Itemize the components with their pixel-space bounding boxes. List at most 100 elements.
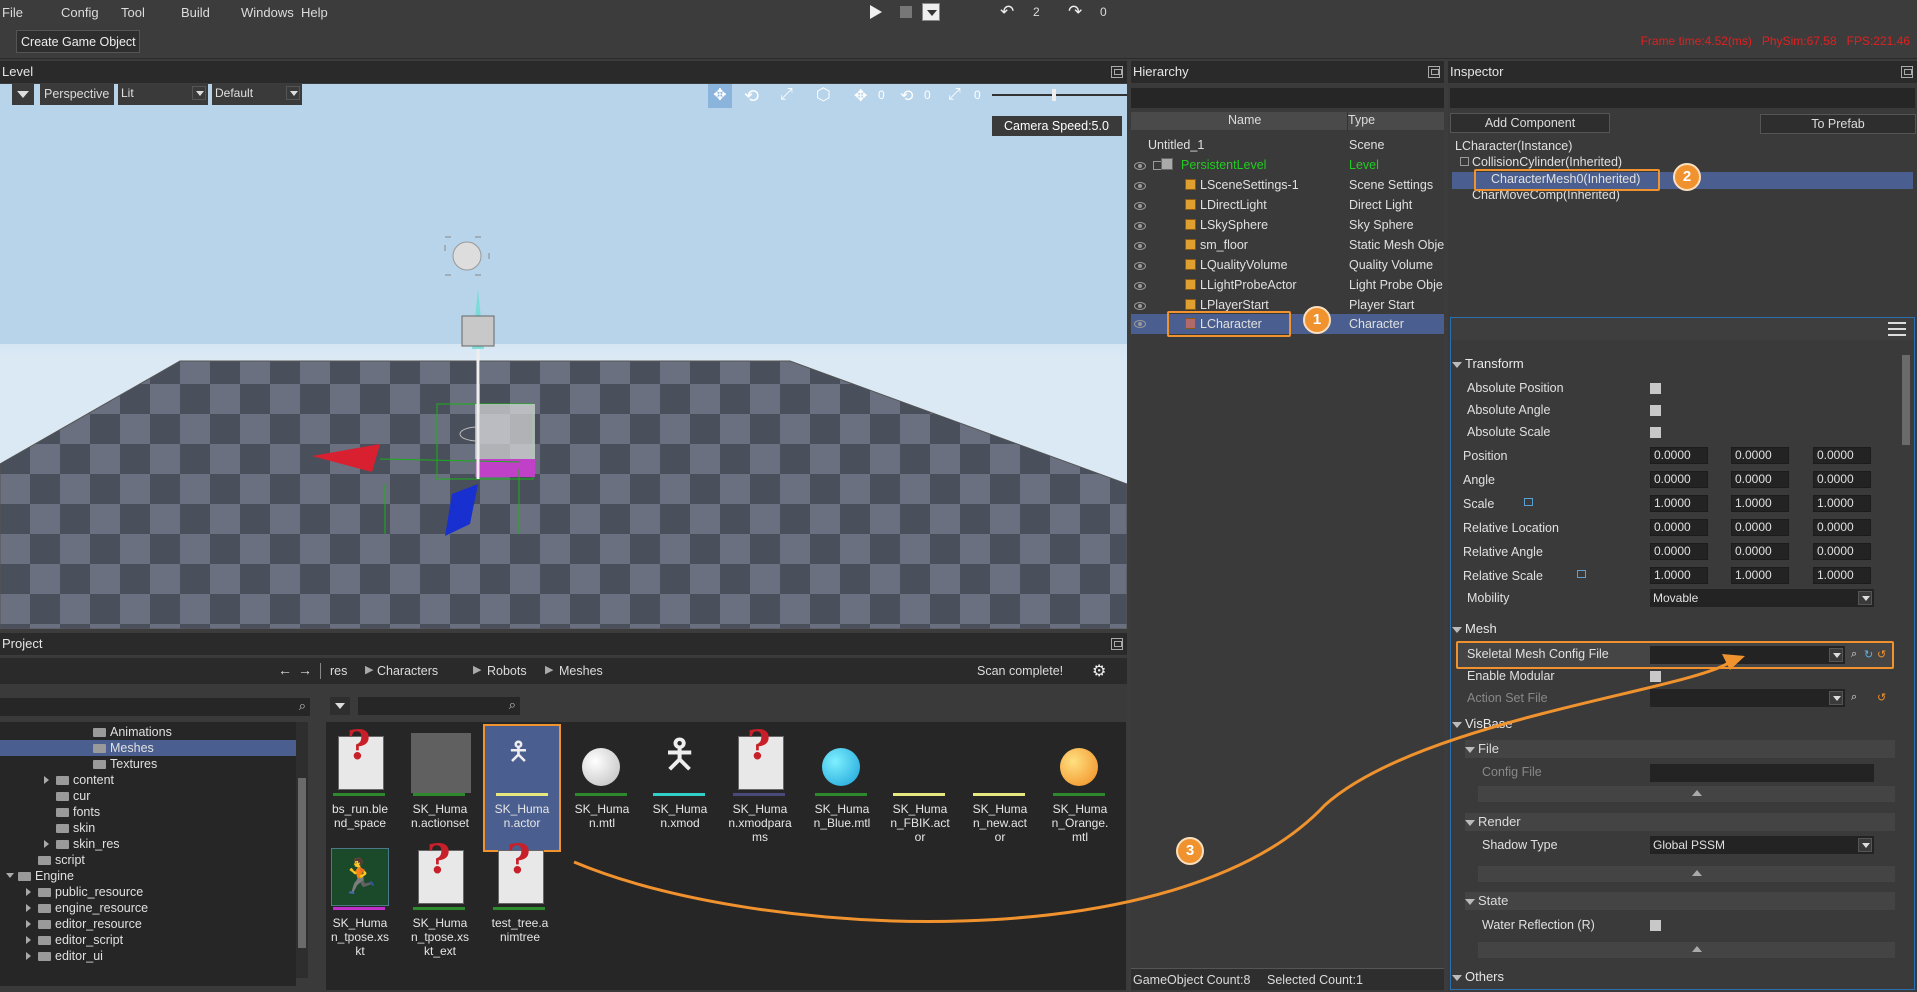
scale-y[interactable]: 1.0000 (1731, 495, 1789, 512)
menu-build[interactable]: Build (181, 5, 210, 20)
expand-arrow-icon[interactable] (26, 904, 31, 912)
collapse-arrow-icon[interactable] (6, 873, 14, 878)
visibility-icon[interactable] (1134, 222, 1146, 230)
expand-collapse-icon[interactable] (1460, 157, 1469, 166)
angle-z[interactable]: 0.0000 (1813, 471, 1871, 488)
redo-icon[interactable]: ↷ (1068, 2, 1082, 22)
asset-tile[interactable]: SK_Human.mtl (562, 730, 640, 830)
folder-item[interactable]: public_resource (38, 885, 143, 899)
level-viewport[interactable]: Perspective Lit Default ✥ ⟲ ⤢ ⬡ ✥ 0 ⟲ 0 … (0, 84, 1127, 629)
tree-row[interactable]: LDirectLight Direct Light (1131, 196, 1444, 216)
menu-tool[interactable]: Tool (121, 5, 145, 20)
scene-view[interactable] (0, 84, 1127, 629)
menu-file[interactable]: File (2, 5, 23, 20)
component-collision-cylinder[interactable]: CollisionCylinder(Inherited) (1472, 155, 1622, 169)
column-name[interactable]: Name (1228, 113, 1261, 127)
folder-item[interactable]: Animations (93, 725, 172, 739)
hierarchy-search-input[interactable] (1131, 88, 1444, 108)
asset-filter-button[interactable] (330, 697, 350, 715)
camera-speed-slider[interactable] (992, 89, 1127, 101)
folder-item[interactable]: engine_resource (38, 901, 148, 915)
to-prefab-button[interactable]: To Prefab (1760, 114, 1916, 134)
asset-tile[interactable]: 🏃 SK_Human_tpose.xskt (320, 844, 398, 958)
play-options-dropdown[interactable] (922, 3, 940, 21)
pin-icon[interactable] (1901, 66, 1913, 78)
config-file-input[interactable] (1650, 764, 1874, 782)
move-tool-icon[interactable]: ✥ (708, 84, 732, 108)
scale-x[interactable]: 1.0000 (1650, 495, 1708, 512)
forward-arrow-icon[interactable]: → (298, 662, 312, 678)
folder-item[interactable]: Textures (93, 757, 157, 771)
relative-angle-z[interactable]: 0.0000 (1813, 543, 1871, 560)
asset-tile[interactable]: ? bs_run.blend_space (320, 726, 398, 831)
snap-move-icon[interactable]: ✥ (854, 86, 867, 106)
expand-arrow-icon[interactable] (26, 888, 31, 896)
folder-item[interactable]: fonts (56, 805, 100, 819)
details-scrollbar[interactable] (1900, 345, 1912, 985)
angle-x[interactable]: 0.0000 (1650, 471, 1708, 488)
asset-tile[interactable]: 🯅 SK_Human.xmod (640, 730, 718, 830)
folder-item[interactable]: Meshes (93, 741, 154, 755)
lock-icon[interactable] (1524, 498, 1533, 506)
folder-item[interactable]: script (38, 853, 85, 867)
expand-arrow-icon[interactable] (44, 776, 49, 784)
visibility-icon[interactable] (1134, 320, 1146, 328)
rotate-tool-icon[interactable]: ⟲ (744, 86, 759, 107)
visibility-icon[interactable] (1134, 242, 1146, 250)
transform-header[interactable]: Transform (1452, 355, 1912, 373)
viewport-menu-button[interactable] (12, 84, 34, 105)
mobility-select[interactable]: Movable (1650, 589, 1874, 607)
render-collapse-bar[interactable] (1478, 866, 1895, 882)
relative-location-x[interactable]: 0.0000 (1650, 519, 1708, 536)
camera-speed-handle[interactable] (1052, 89, 1056, 101)
tree-row[interactable]: LSkySphere Sky Sphere (1131, 216, 1444, 236)
position-z[interactable]: 0.0000 (1813, 447, 1871, 464)
menu-windows[interactable]: Windows (241, 5, 294, 20)
play-button[interactable] (870, 5, 882, 19)
breadcrumb-res[interactable]: res (330, 664, 347, 678)
menu-config[interactable]: Config (61, 5, 99, 20)
menu-help[interactable]: Help (301, 5, 328, 20)
visibility-icon[interactable] (1134, 262, 1146, 270)
folder-search-input[interactable]: ⌕ (0, 698, 310, 716)
mesh-header[interactable]: Mesh (1452, 620, 1912, 638)
search-icon[interactable]: ⌕ (299, 698, 306, 714)
relative-scale-x[interactable]: 1.0000 (1650, 567, 1708, 584)
folder-item[interactable]: Engine (18, 869, 74, 883)
absolute-position-checkbox[interactable] (1650, 383, 1661, 394)
angle-y[interactable]: 0.0000 (1731, 471, 1789, 488)
action-set-select[interactable] (1650, 689, 1845, 707)
inspector-search-input[interactable] (1450, 88, 1915, 108)
world-space-icon[interactable]: ⬡ (816, 85, 831, 105)
search-icon[interactable]: ⌕ (509, 697, 516, 713)
tree-row[interactable]: LSceneSettings-1 Scene Settings (1131, 176, 1444, 196)
absolute-angle-checkbox[interactable] (1650, 405, 1661, 416)
shadow-type-select[interactable]: Global PSSM (1650, 836, 1874, 854)
asset-tile[interactable]: SK_Human_new.actor (960, 730, 1038, 844)
state-collapse-bar[interactable] (1478, 942, 1895, 958)
column-divider[interactable] (1347, 112, 1348, 130)
reset-icon[interactable]: ↺ (1877, 691, 1886, 704)
expand-arrow-icon[interactable] (44, 840, 49, 848)
gear-icon[interactable]: ⚙ (1092, 661, 1106, 681)
tree-row[interactable]: LLightProbeActor Light Probe Obje (1131, 276, 1444, 296)
folder-item[interactable]: editor_script (38, 933, 123, 947)
asset-tile-selected[interactable]: 🯅 SK_Human.actor (483, 724, 561, 852)
render-subheader[interactable]: Render (1465, 813, 1895, 831)
breadcrumb-robots[interactable]: Robots (487, 664, 527, 678)
absolute-scale-checkbox[interactable] (1650, 427, 1661, 438)
shading-select[interactable]: Lit (118, 84, 208, 105)
pin-icon[interactable] (1428, 66, 1440, 78)
visibility-icon[interactable] (1134, 182, 1146, 190)
stop-button[interactable] (900, 6, 912, 18)
enable-modular-checkbox[interactable] (1650, 671, 1661, 682)
relative-location-y[interactable]: 0.0000 (1731, 519, 1789, 536)
asset-tile[interactable]: SK_Human_FBIK.actor (880, 730, 958, 844)
lock-icon[interactable] (1577, 570, 1586, 578)
back-arrow-icon[interactable]: ← (278, 662, 292, 678)
scrollbar-thumb[interactable] (298, 778, 306, 948)
expand-arrow-icon[interactable] (26, 936, 31, 944)
asset-tile[interactable]: ? test_tree.animtree (480, 840, 558, 945)
relative-angle-y[interactable]: 0.0000 (1731, 543, 1789, 560)
breadcrumb-meshes[interactable]: Meshes (559, 664, 603, 678)
